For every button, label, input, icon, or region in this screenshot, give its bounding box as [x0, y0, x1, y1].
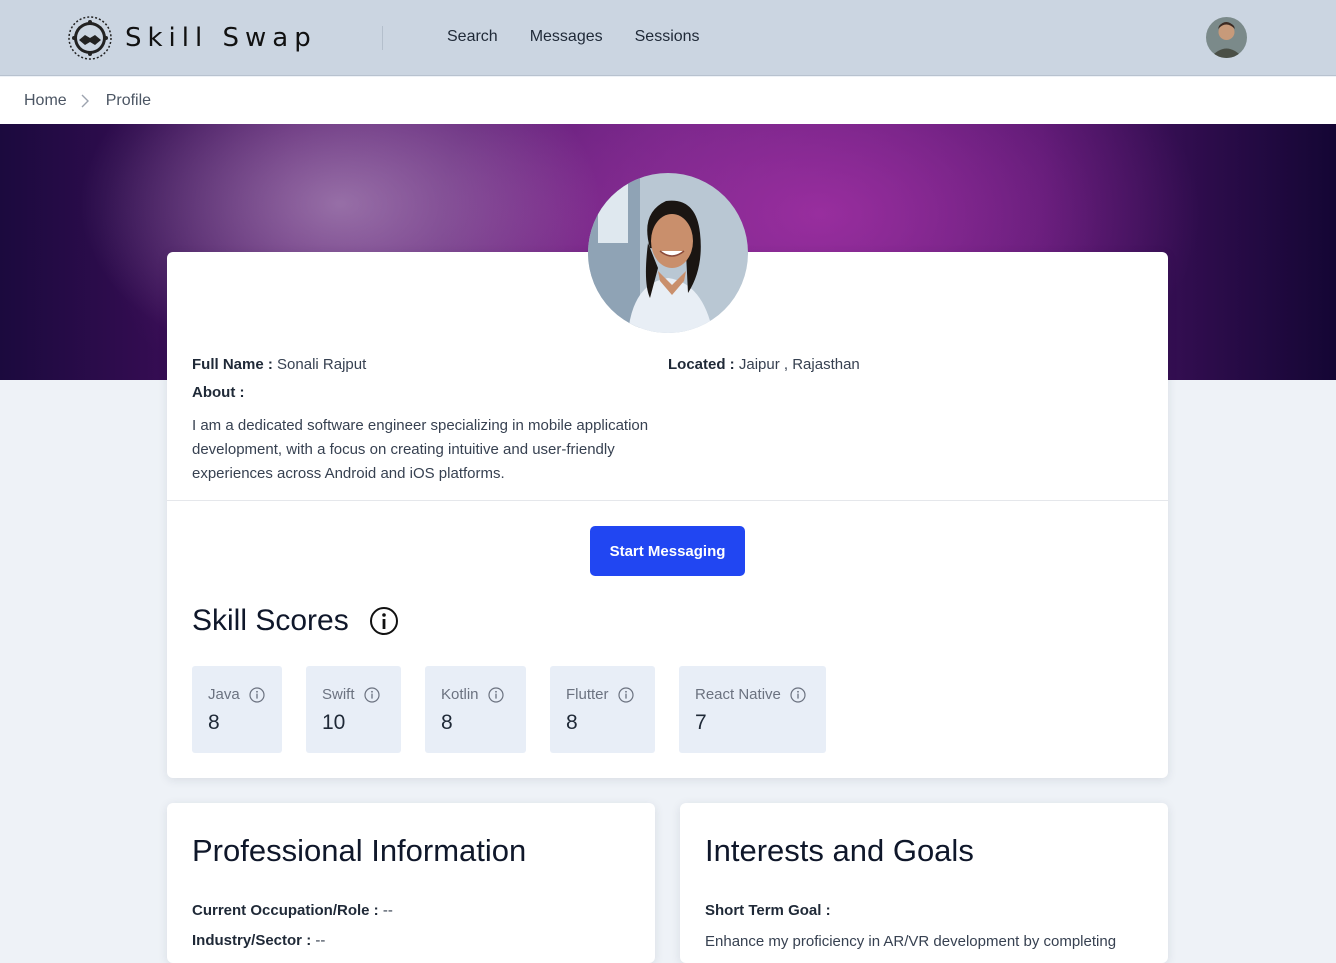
avatar-icon	[1206, 17, 1247, 58]
skill-tile-java: Java 8	[192, 666, 282, 753]
professional-info-card: Professional Information Current Occupat…	[167, 803, 655, 963]
skill-name: Flutter	[566, 686, 609, 703]
info-icon[interactable]	[790, 686, 806, 703]
skill-score: 10	[322, 711, 346, 734]
skill-scores-title: Skill Scores	[192, 604, 349, 637]
nav-link-sessions[interactable]: Sessions	[635, 28, 700, 46]
skill-name-row: Kotlin	[441, 686, 526, 703]
start-messaging-button[interactable]: Start Messaging	[590, 526, 745, 576]
breadcrumb-current: Profile	[105, 91, 152, 109]
location-row: Located : Jaipur , Rajasthan	[668, 356, 860, 373]
interests-goals-card: Interests and Goals Short Term Goal : En…	[680, 803, 1168, 963]
skill-name: Swift	[322, 686, 355, 703]
full-name-label: Full Name :	[192, 356, 273, 373]
user-avatar[interactable]	[1206, 17, 1247, 58]
skill-tile-react-native: React Native 7	[679, 666, 826, 753]
skill-name: Java	[208, 686, 240, 703]
nav-divider	[382, 26, 383, 50]
skill-name: Kotlin	[441, 686, 479, 703]
interests-goals-title: Interests and Goals	[705, 833, 974, 868]
chevron-right-icon	[81, 94, 89, 107]
profile-photo-image	[588, 173, 748, 333]
skill-tile-flutter: Flutter 8	[550, 666, 655, 753]
skill-name-row: React Native	[695, 686, 826, 703]
skill-score: 7	[695, 711, 707, 734]
short-term-goal-text: Enhance my proficiency in AR/VR developm…	[705, 933, 1117, 950]
info-icon[interactable]	[369, 606, 399, 636]
skill-score: 8	[441, 711, 453, 734]
skill-name-row: Swift	[322, 686, 401, 703]
skill-name-row: Java	[208, 686, 282, 703]
skill-tile-kotlin: Kotlin 8	[425, 666, 526, 753]
brand-logo-icon	[68, 16, 112, 60]
card-divider	[167, 500, 1168, 501]
info-icon[interactable]	[617, 686, 634, 703]
industry-value: --	[315, 932, 326, 949]
brand-name: Skill Swap	[125, 23, 317, 53]
industry-label: Industry/Sector :	[192, 932, 312, 949]
skill-scores-heading: Skill Scores	[192, 604, 399, 638]
skill-tile-swift: Swift 10	[306, 666, 401, 753]
industry-row: Industry/Sector : --	[192, 932, 325, 949]
location-label: Located :	[668, 356, 735, 373]
about-label: About :	[192, 384, 245, 401]
occupation-value: --	[382, 902, 393, 919]
about-label-row: About :	[192, 384, 244, 401]
occupation-label: Current Occupation/Role :	[192, 902, 379, 919]
about-text: I am a dedicated software engineer speci…	[192, 417, 649, 482]
skill-score: 8	[208, 711, 220, 734]
nav-link-messages[interactable]: Messages	[530, 28, 603, 46]
breadcrumb-home[interactable]: Home	[24, 92, 67, 110]
info-icon[interactable]	[363, 686, 380, 703]
occupation-row: Current Occupation/Role : --	[192, 902, 393, 919]
skill-name: React Native	[695, 686, 781, 703]
nav-link-search[interactable]: Search	[447, 28, 498, 46]
nav-links: Search Messages Sessions	[447, 28, 700, 46]
skill-name-row: Flutter	[566, 686, 655, 703]
full-name-value: Sonali Rajput	[277, 356, 367, 373]
top-navbar: Skill Swap Search Messages Sessions	[0, 0, 1336, 76]
skill-score: 8	[566, 711, 578, 734]
professional-info-title: Professional Information	[192, 833, 527, 868]
full-name-row: Full Name : Sonali Rajput	[192, 356, 366, 373]
short-term-goal-row: Short Term Goal :	[705, 902, 831, 919]
info-icon[interactable]	[249, 686, 265, 703]
info-icon[interactable]	[487, 686, 504, 703]
brand[interactable]: Skill Swap	[67, 16, 317, 60]
location-value: Jaipur , Rajasthan	[738, 356, 860, 373]
breadcrumb: Home Profile	[0, 77, 1336, 124]
profile-photo	[588, 173, 748, 333]
short-term-goal-label: Short Term Goal :	[705, 902, 831, 919]
